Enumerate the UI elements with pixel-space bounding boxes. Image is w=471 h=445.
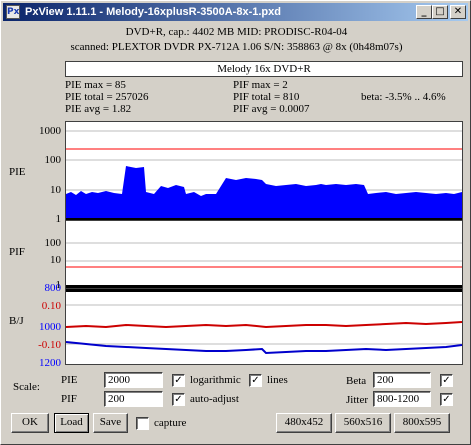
pif-graph (65, 221, 463, 289)
minimize-button[interactable]: _ (416, 5, 432, 19)
jitter-tick-1000: 1000 (39, 321, 61, 333)
pie-tick-10: 10 (50, 184, 61, 196)
pie-max-stat: PIE max = 85 (65, 79, 126, 91)
logarithmic-label[interactable]: logarithmic (190, 374, 241, 386)
jitter-scale-input[interactable]: 800-1200 (373, 391, 431, 407)
beta-jitter-canvas (66, 289, 462, 355)
size-480x452-button[interactable]: 480x452 (276, 413, 332, 433)
size-560x516-button[interactable]: 560x516 (335, 413, 391, 433)
app-window: Px PxView 1.11.1 - Melody-16xplusR-3500A… (0, 0, 471, 445)
load-button[interactable]: Load (54, 413, 89, 433)
ok-button[interactable]: OK (11, 413, 49, 433)
disc-info-line: DVD+R, cap.: 4402 MB MID: PRODISC-R04-04 (125, 26, 348, 38)
pif-tick-100: 100 (44, 237, 62, 249)
capture-checkbox[interactable] (136, 417, 149, 430)
beta-tick-plus: 0.10 (41, 300, 61, 312)
scale-label: Scale: (13, 381, 40, 393)
bj-top-line (66, 289, 462, 292)
beta-tick-minus: -0.10 (38, 339, 61, 351)
logarithmic-checkbox[interactable]: ✓ (172, 374, 185, 387)
close-button[interactable]: ✕ (450, 5, 466, 19)
pie-axis-label: PIE (9, 166, 26, 178)
lines-checkbox[interactable]: ✓ (249, 374, 262, 387)
jitter-tick-1200: 1200 (39, 357, 61, 369)
auto-adjust-label[interactable]: auto-adjust (190, 393, 239, 405)
maximize-button[interactable]: □ (432, 5, 448, 19)
auto-adjust-checkbox[interactable]: ✓ (172, 393, 185, 406)
jitter-scale-label: Jitter (346, 394, 368, 406)
window-title: PxView 1.11.1 - Melody-16xplusR-3500A-8x… (25, 6, 281, 18)
capture-label[interactable]: capture (154, 417, 186, 429)
pie-graph (65, 121, 463, 221)
beta-scale-label: Beta (346, 375, 367, 387)
beta-series (66, 321, 462, 329)
pif-baseline (66, 285, 462, 288)
size-800x595-button[interactable]: 800x595 (394, 413, 450, 433)
beta-checkbox[interactable]: ✓ (440, 374, 453, 387)
pie-error-series (66, 166, 462, 220)
pie-graph-canvas (66, 130, 462, 220)
pif-tick-10: 10 (50, 254, 61, 266)
lines-label[interactable]: lines (267, 374, 288, 386)
pif-scale-input[interactable]: 200 (104, 391, 163, 407)
pif-graph-canvas (66, 242, 462, 288)
beta-range-stat: beta: -3.5% .. 4.6% (361, 91, 446, 103)
pif-total-stat: PIF total = 810 (233, 91, 300, 103)
jitter-tick-800: 800 (44, 282, 62, 294)
pie-tick-1: 1 (55, 213, 62, 225)
pif-max-stat: PIF max = 2 (233, 79, 288, 91)
pie-total-stat: PIE total = 257026 (65, 91, 149, 103)
save-button[interactable]: Save (93, 413, 128, 433)
beta-jitter-graph (65, 289, 463, 365)
scan-info-line: scanned: PLEXTOR DVDR PX-712A 1.06 S/N: … (70, 41, 403, 53)
scale-pie-label: PIE (61, 374, 78, 386)
pie-baseline (66, 218, 462, 220)
pie-avg-stat: PIE avg = 1.82 (65, 103, 132, 115)
pie-tick-100: 100 (44, 154, 62, 166)
app-icon[interactable]: Px (6, 5, 20, 19)
scale-pif-label: PIF (61, 393, 77, 405)
title-bar[interactable]: Px PxView 1.11.1 - Melody-16xplusR-3500A… (3, 3, 468, 21)
beta-scale-input[interactable]: 200 (373, 372, 431, 388)
jitter-checkbox[interactable]: ✓ (440, 393, 453, 406)
pif-avg-stat: PIF avg = 0.0007 (233, 103, 310, 115)
pie-scale-input[interactable]: 2000 (104, 372, 163, 388)
pie-tick-1000: 1000 (39, 125, 61, 137)
disc-label-field: Melody 16x DVD+R (65, 61, 463, 77)
